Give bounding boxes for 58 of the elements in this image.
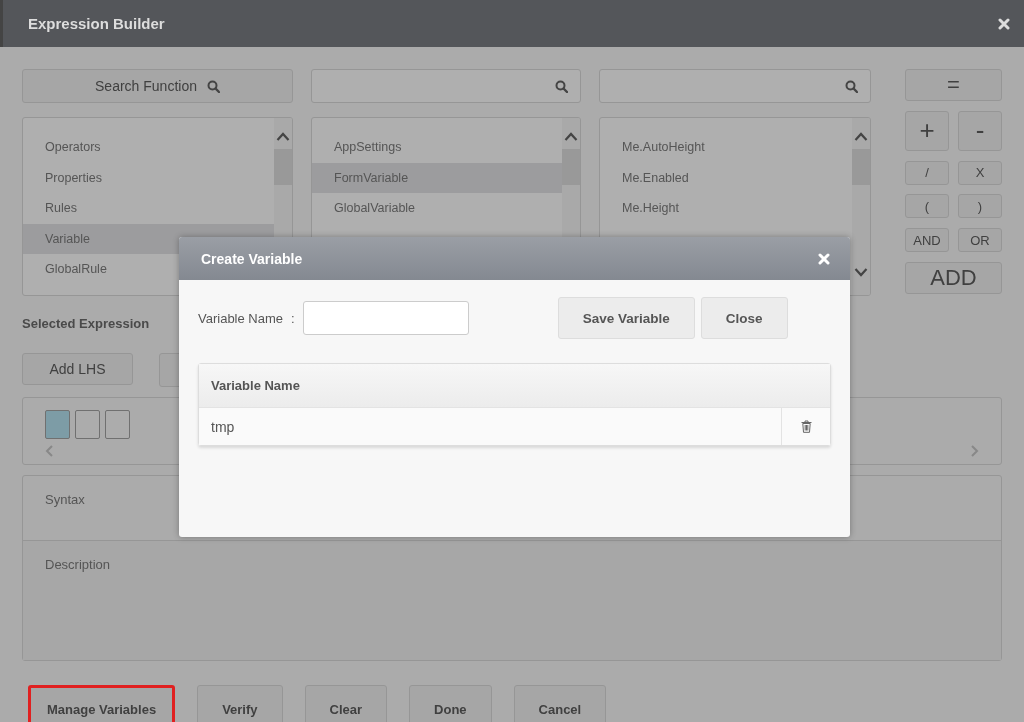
list-item[interactable]: GlobalVariable xyxy=(312,193,562,224)
list-item[interactable]: Operators xyxy=(23,132,274,163)
operator-button[interactable]: X xyxy=(958,160,1002,185)
operator-button[interactable]: ) xyxy=(958,194,1002,219)
dialog-button[interactable]: Close xyxy=(700,297,788,339)
list-item[interactable]: FormVariable xyxy=(312,162,562,193)
search-function-button[interactable]: Search Function xyxy=(22,69,293,103)
footer-button[interactable]: Verify xyxy=(197,685,283,722)
search-field[interactable] xyxy=(599,69,871,103)
search-icon xyxy=(206,79,220,93)
scrollbar[interactable] xyxy=(852,118,870,295)
window-title: Expression Builder xyxy=(28,15,165,32)
column-header: Variable Name xyxy=(199,364,830,408)
trash-icon[interactable] xyxy=(800,420,812,433)
list-item[interactable]: Rules xyxy=(23,193,274,224)
table-cell-text: tmp xyxy=(210,418,236,435)
operator-button[interactable]: OR xyxy=(958,228,1002,253)
operator-button[interactable]: - xyxy=(958,110,1002,151)
operator-button[interactable]: ( xyxy=(905,194,949,219)
search-field[interactable] xyxy=(311,69,581,103)
chevron-left-icon xyxy=(45,445,53,457)
footer-button[interactable]: Cancel xyxy=(513,685,607,722)
expression-slot[interactable] xyxy=(105,410,130,439)
scroll-thumb[interactable] xyxy=(562,149,580,185)
field-label: Variable Name xyxy=(198,310,284,326)
colon: : xyxy=(291,310,295,326)
chevron-right-icon xyxy=(971,445,979,457)
variable-name-field[interactable] xyxy=(302,301,469,335)
chevron-up-icon xyxy=(276,132,290,141)
expression-slot[interactable] xyxy=(45,410,70,439)
list-item[interactable]: Me.Enabled xyxy=(600,162,852,193)
list-item[interactable]: Me.AutoHeight xyxy=(600,132,852,163)
search-icon xyxy=(845,79,858,93)
dialog-button[interactable]: Save Variable xyxy=(557,297,695,339)
footer-button[interactable]: Done xyxy=(409,685,492,722)
operator-button[interactable]: + xyxy=(905,110,949,151)
footer-button[interactable]: Manage Variables xyxy=(28,685,176,722)
operator-button[interactable]: AND xyxy=(905,228,949,253)
chevron-up-icon xyxy=(854,132,868,141)
list-item[interactable]: Properties xyxy=(23,162,274,193)
close-icon xyxy=(998,17,1010,30)
description-label: Description xyxy=(45,557,111,572)
operator-button[interactable]: / xyxy=(905,160,949,185)
section-label: Selected Expression xyxy=(22,316,150,331)
scroll-thumb[interactable] xyxy=(274,149,292,185)
footer-button[interactable]: Clear xyxy=(304,685,388,722)
operator-button[interactable]: = xyxy=(905,69,1002,101)
syntax-label: Syntax xyxy=(45,492,85,507)
list-item[interactable]: AppSettings xyxy=(312,132,562,163)
list-item[interactable]: Me.Height xyxy=(600,193,852,224)
scroll-thumb[interactable] xyxy=(852,149,870,185)
operator-button[interactable]: ADD xyxy=(905,262,1002,295)
chevron-down-icon xyxy=(854,268,868,277)
search-icon xyxy=(555,79,568,93)
expression-slot[interactable] xyxy=(75,410,100,439)
add-lhs-button[interactable]: Add LHS xyxy=(22,353,133,385)
chevron-up-icon xyxy=(564,132,578,141)
close-icon[interactable] xyxy=(818,252,830,265)
